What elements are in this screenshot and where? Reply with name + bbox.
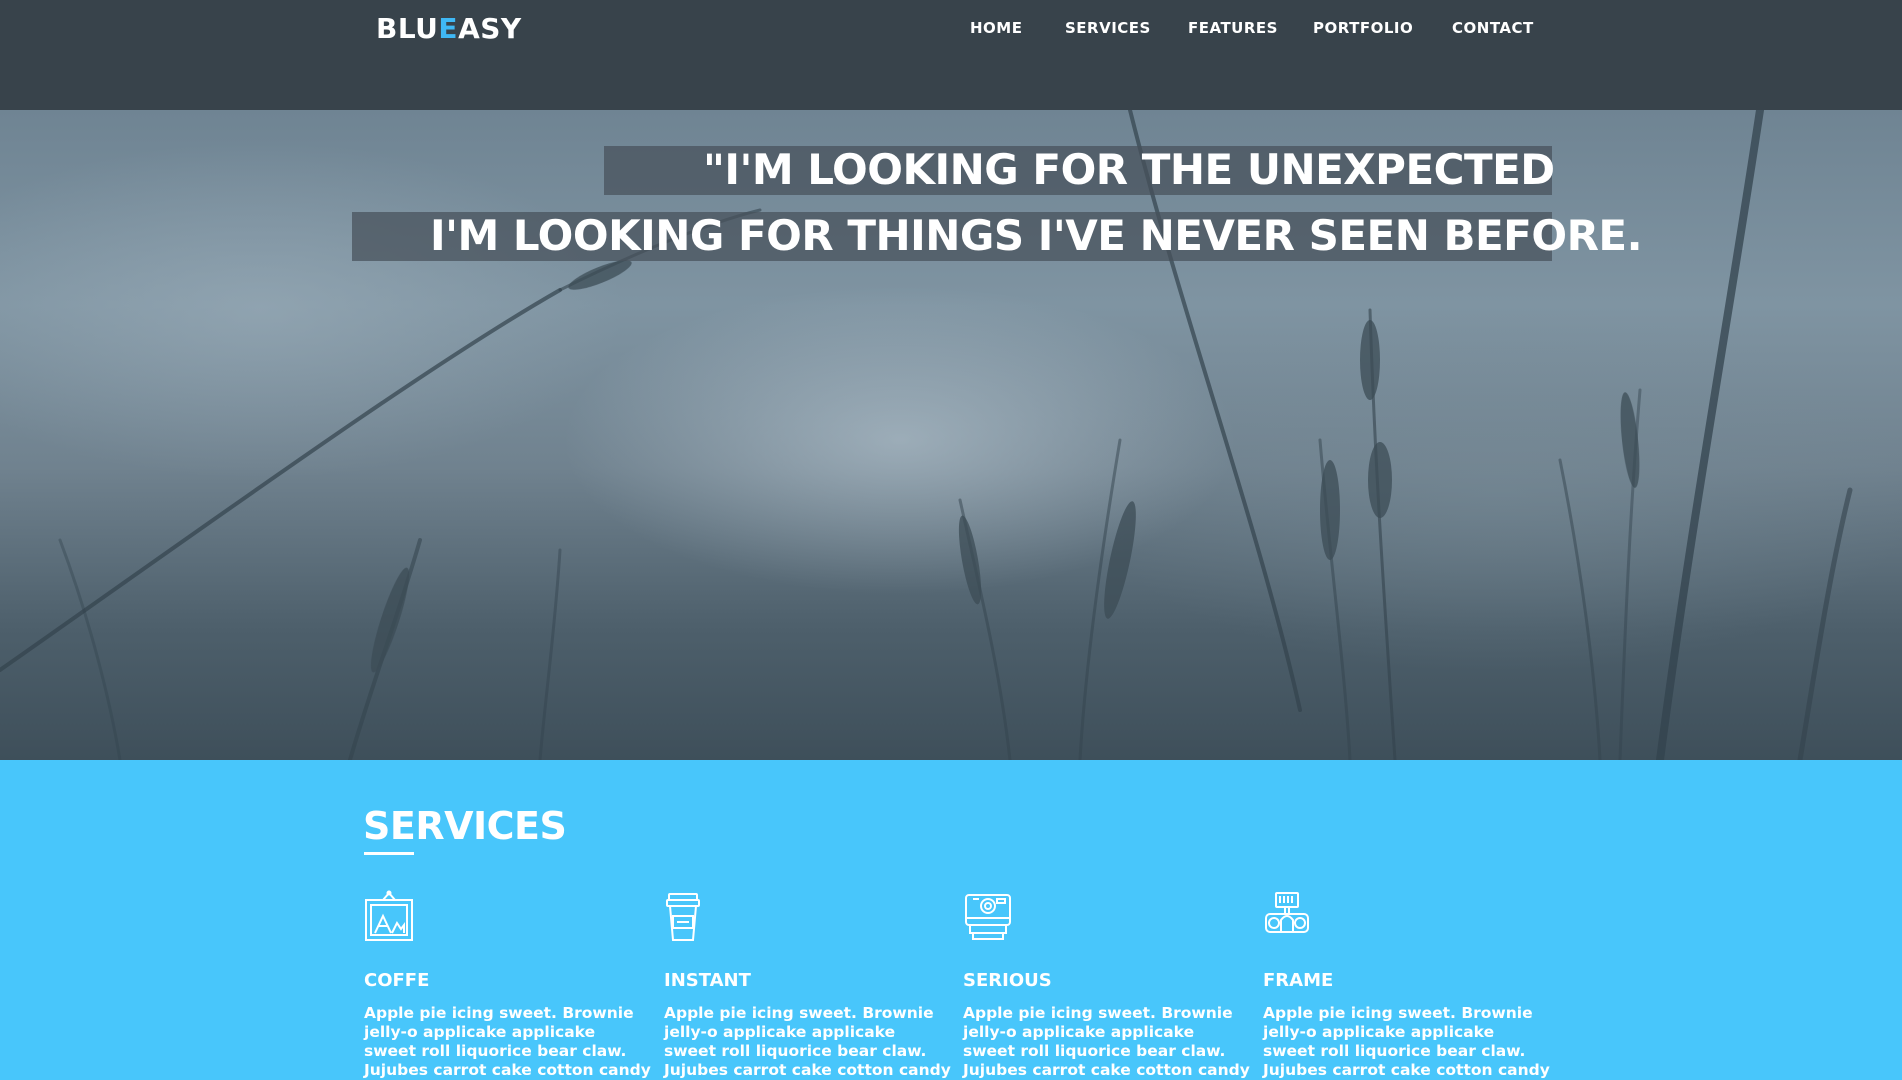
instant-camera-icon [963,890,1015,942]
services-heading: SERVICES [363,804,567,848]
logo-text-accent: E [438,12,459,45]
grass-background-image [0,110,1853,760]
nav-services[interactable]: SERVICES [1065,19,1151,37]
picture-frame-icon [364,890,416,942]
services-heading-underline [364,852,414,855]
hero-quote-line2: I'M LOOKING FOR THINGS I'VE NEVER SEEN B… [430,211,1643,260]
hero-quote-line1: "I'M LOOKING FOR THE UNEXPECTED [703,145,1555,194]
nav-portfolio[interactable]: PORTFOLIO [1313,19,1413,37]
site-logo[interactable]: BLUEASY [376,12,522,45]
coffee-cup-icon [664,890,716,942]
nav-contact[interactable]: CONTACT [1452,19,1534,37]
logo-text-part2: ASY [458,12,522,45]
service-description: Apple pie icing sweet. Brownie jelly-o a… [963,1004,1250,1079]
camera-icon [1263,890,1315,942]
service-title: SERIOUS [963,970,1052,991]
logo-text-part1: BLU [376,12,439,45]
service-description: Apple pie icing sweet. Brownie jelly-o a… [664,1004,951,1079]
service-description: Apple pie icing sweet. Brownie jelly-o a… [1263,1004,1550,1079]
hero-banner: "I'M LOOKING FOR THE UNEXPECTED I'M LOOK… [0,110,1902,760]
service-title: COFFE [364,970,430,991]
service-title: FRAME [1263,970,1334,991]
service-description: Apple pie icing sweet. Brownie jelly-o a… [364,1004,651,1079]
nav-home[interactable]: HOME [970,19,1022,37]
service-title: INSTANT [664,970,751,991]
site-header: BLUEASY HOME SERVICES FEATURES PORTFOLIO… [0,0,1902,110]
services-section: SERVICES COFFE Apple pie icing sweet. Br… [0,760,1902,1080]
nav-features[interactable]: FEATURES [1188,19,1278,37]
